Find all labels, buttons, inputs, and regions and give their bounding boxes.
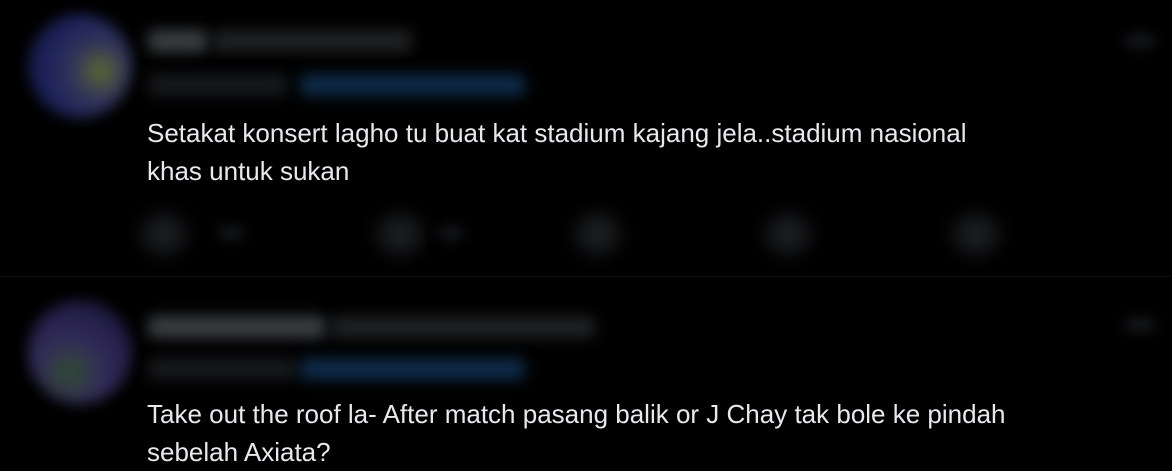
more-icon[interactable] bbox=[1125, 318, 1155, 332]
author-handle-blurred bbox=[212, 30, 412, 52]
reply-icon[interactable] bbox=[142, 214, 186, 254]
tweet-text: Setakat konsert lagho tu buat kat stadiu… bbox=[147, 114, 967, 190]
avatar[interactable] bbox=[28, 14, 132, 118]
reply-count-blurred bbox=[218, 226, 244, 240]
mention-link-blurred[interactable] bbox=[300, 74, 525, 96]
tweet-text: Take out the roof la- After match pasang… bbox=[147, 395, 1006, 471]
tweet-text-line: Setakat konsert lagho tu buat kat stadiu… bbox=[147, 118, 967, 148]
mention-link-blurred[interactable] bbox=[300, 358, 525, 380]
reply-tweet[interactable]: Setakat konsert lagho tu buat kat stadiu… bbox=[0, 0, 1172, 276]
more-icon[interactable] bbox=[1125, 34, 1155, 48]
tweet-text-line: Take out the roof la- After match pasang… bbox=[147, 399, 1006, 429]
analytics-icon[interactable] bbox=[954, 214, 998, 254]
author-handle-blurred bbox=[330, 316, 595, 338]
like-icon[interactable] bbox=[576, 214, 620, 254]
tweet-text-line: khas untuk sukan bbox=[147, 156, 350, 186]
avatar[interactable] bbox=[28, 300, 132, 404]
retweet-count-blurred bbox=[438, 226, 464, 240]
reply-tweet[interactable]: Take out the roof la- After match pasang… bbox=[0, 276, 1172, 468]
author-name-blurred[interactable] bbox=[148, 316, 326, 338]
tweet-text-line: sebelah Axiata? bbox=[147, 437, 331, 467]
author-name-blurred[interactable] bbox=[148, 30, 208, 52]
replying-to-label-blurred bbox=[148, 358, 298, 380]
share-icon[interactable] bbox=[766, 214, 810, 254]
retweet-icon[interactable] bbox=[378, 214, 422, 254]
replying-to-label-blurred bbox=[148, 74, 288, 96]
